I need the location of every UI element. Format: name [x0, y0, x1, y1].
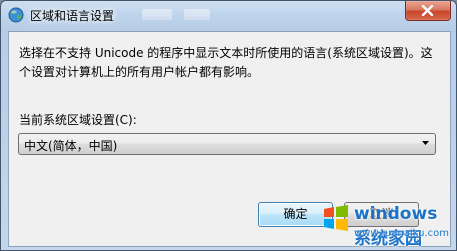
- close-icon: [421, 5, 434, 16]
- watermark-brand: windows系统家园: [354, 204, 438, 249]
- dialog-window: 区域和语言设置 选择在不支持 Unicode 的程序中显示文本时所使用的语言(系…: [0, 0, 457, 251]
- chevron-down-icon: [422, 141, 429, 145]
- watermark-url: www.ruanaiku.com: [354, 228, 449, 239]
- locale-select-value: 中文(简体，中国): [24, 139, 118, 153]
- current-locale-label: 当前系统区域设置(C):: [19, 113, 137, 127]
- title-blur-tag: [142, 9, 172, 20]
- title-blur-tag: [184, 9, 210, 20]
- description-text: 选择在不支持 Unicode 的程序中显示文本时所使用的语言(系统区域设置)。这…: [19, 46, 433, 79]
- title-bar[interactable]: 区域和语言设置: [1, 1, 456, 30]
- close-button[interactable]: [405, 1, 451, 21]
- windows-logo-icon: [324, 205, 348, 231]
- watermark: windows系统家园 www.ruanaiku.com: [322, 200, 454, 249]
- globe-icon: [8, 7, 24, 23]
- locale-select[interactable]: 中文(简体，中国): [18, 133, 436, 155]
- window-title: 区域和语言设置: [30, 9, 115, 23]
